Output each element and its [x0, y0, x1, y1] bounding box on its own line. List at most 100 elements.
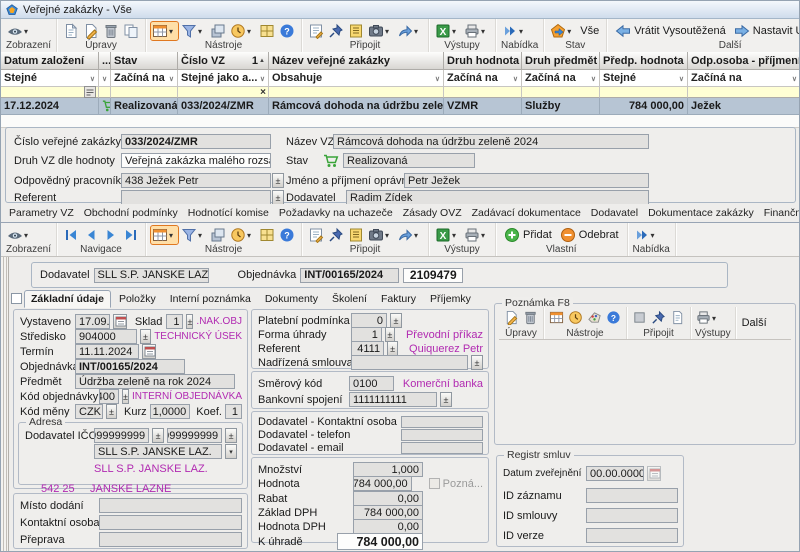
status-filter-value[interactable]: Vše [578, 25, 601, 37]
column-filter-dropdown[interactable]: Stejné [1, 70, 99, 87]
tab-finan-n-pln-n-[interactable]: Finanční plnění [759, 204, 800, 222]
filter-input-cell[interactable] [688, 87, 800, 98]
history-button[interactable] [567, 309, 584, 326]
dropdown-button[interactable] [225, 444, 237, 459]
lookup-button[interactable] [390, 313, 402, 328]
subtab-polo-ky[interactable]: Položky [113, 291, 162, 307]
lookup-button[interactable] [440, 392, 452, 407]
termin-input[interactable]: 11.11.2024 [75, 344, 139, 359]
calendar-button[interactable] [142, 344, 156, 359]
grid-button-icon[interactable] [84, 86, 96, 98]
format-table-button[interactable] [548, 309, 565, 326]
datum-zverejneni-input[interactable]: 00.00.0000 [586, 466, 644, 481]
kurz-input[interactable]: 1,0000 [150, 404, 191, 419]
opravnena-osoba-input[interactable]: Petr Ježek [404, 173, 649, 188]
help-button[interactable]: ? [278, 22, 296, 40]
nav-first-button[interactable] [62, 226, 80, 244]
attach-button[interactable] [631, 309, 648, 326]
list-button[interactable] [347, 226, 365, 244]
objednavka-input[interactable]: INT/00165/2024 [75, 359, 185, 374]
lookup-button[interactable] [387, 341, 398, 356]
send-button[interactable] [396, 22, 423, 40]
nastavit-ukoncena-button[interactable]: Nastavit Ukončená [731, 22, 800, 40]
snapshot-button[interactable] [367, 22, 394, 40]
referent-input[interactable] [121, 190, 271, 205]
filter-input-cell[interactable] [600, 87, 688, 98]
column-filter-dropdown[interactable]: Začíná na [444, 70, 522, 87]
forma-uhrady-input[interactable]: 1 [351, 327, 382, 342]
column-header[interactable]: Odp.osoba - příjmení [688, 52, 800, 70]
nazev-vz-input[interactable]: Rámcová dohoda na údržbu zeleně 2024 [333, 134, 649, 149]
history-button[interactable] [229, 22, 256, 40]
delete-button[interactable] [522, 309, 539, 326]
dodavatel-kontakt-input[interactable] [401, 416, 483, 428]
stredisko-input[interactable]: 904000 [75, 329, 137, 344]
odpovedny-pracovnik-input[interactable]: 438 Ježek Petr [121, 173, 271, 188]
format-table-button[interactable] [151, 226, 178, 244]
druh-vz-select[interactable]: Veřejná zakázka malého rozsahu [121, 153, 271, 168]
layers-button[interactable] [209, 22, 227, 40]
column-filter-dropdown[interactable] [99, 70, 111, 87]
column-header[interactable]: Stav [111, 52, 178, 70]
view-button[interactable] [6, 22, 33, 40]
pridat-button[interactable]: Přidat [501, 226, 555, 244]
lookup-button[interactable] [272, 173, 284, 188]
column-header[interactable]: Druh hodnota [444, 52, 522, 70]
column-header[interactable]: ... [99, 52, 111, 70]
column-filter-dropdown[interactable]: Začíná na [111, 70, 178, 87]
lookup-button[interactable] [122, 389, 129, 404]
filter-input-cell[interactable] [444, 87, 522, 98]
list-button[interactable] [347, 22, 365, 40]
vystaveno-input[interactable]: 17.09.2024 [75, 314, 110, 329]
poznamka-checkbox[interactable] [429, 478, 440, 489]
id-smlouvy-input[interactable] [586, 508, 678, 523]
subtab-intern-pozn-mka[interactable]: Interní poznámka [164, 291, 257, 307]
filter-input-cell[interactable] [111, 87, 178, 98]
order-dodavatel-input[interactable]: SLL S.P. JANSKE LAZ. [94, 268, 209, 283]
help-button[interactable]: ? [278, 226, 296, 244]
toolbar-more-button[interactable]: Další [736, 307, 773, 339]
menu-button[interactable] [633, 226, 660, 244]
pin-button[interactable] [327, 22, 345, 40]
nav-prev-button[interactable] [82, 226, 100, 244]
grid-button[interactable] [258, 226, 276, 244]
lookup-button[interactable] [152, 428, 164, 443]
platebni-podminka-input[interactable]: 0 [351, 313, 387, 328]
kontaktni-osoba-input[interactable] [99, 515, 242, 530]
subtab-dokumenty[interactable]: Dokumenty [259, 291, 324, 307]
lookup-button[interactable] [471, 355, 483, 370]
send-button[interactable] [396, 226, 423, 244]
grid-cell[interactable]: Ježek [688, 98, 800, 115]
misto-dodani-input[interactable] [99, 498, 242, 513]
vratit-vysoutezena-button[interactable]: Vrátit Vysoutěžená [612, 22, 729, 40]
calendar-button[interactable] [113, 314, 127, 329]
grid-cell[interactable]: Realizovaná [111, 98, 178, 115]
tab-hodnot-c-komise[interactable]: Hodnotící komise [183, 204, 274, 222]
edit-record-button[interactable] [82, 22, 100, 40]
stav-input[interactable]: Realizovaná [343, 153, 475, 168]
excel-export-button[interactable]: X [434, 22, 461, 40]
colors-button[interactable] [586, 309, 603, 326]
predmet-input[interactable]: Údržba zeleně na rok 2024 [75, 374, 235, 389]
layers-button[interactable] [209, 226, 227, 244]
grid-cell[interactable] [99, 98, 111, 115]
pin-button[interactable] [327, 226, 345, 244]
excel-export-button[interactable]: X [434, 226, 461, 244]
subtab-faktury[interactable]: Faktury [375, 291, 422, 307]
kod-meny-input[interactable]: CZK [75, 404, 103, 419]
note-button[interactable] [307, 22, 325, 40]
filter-button[interactable] [180, 22, 207, 40]
subtab-p-jemky[interactable]: Příjemky [424, 291, 477, 307]
clear-filter-icon[interactable]: × [260, 87, 266, 98]
lookup-button[interactable] [140, 329, 152, 344]
id-zaznamu-input[interactable] [586, 488, 678, 503]
filter-input-cell[interactable] [1, 87, 99, 98]
lookup-button[interactable] [272, 190, 284, 205]
hodnota-input[interactable]: 784 000,00 [353, 476, 412, 491]
tab-parametry-vz[interactable]: Parametry VZ [4, 204, 79, 222]
dodavatel-telefon-input[interactable] [401, 429, 483, 441]
preprava-input[interactable] [99, 532, 242, 547]
subtabs-checkbox[interactable] [11, 293, 22, 304]
grid-data-row[interactable]: 17.12.2024Realizovaná033/2024/ZMRRámcová… [1, 98, 800, 115]
tab-zad-vac-dokumentace[interactable]: Zadávací dokumentace [467, 204, 586, 222]
